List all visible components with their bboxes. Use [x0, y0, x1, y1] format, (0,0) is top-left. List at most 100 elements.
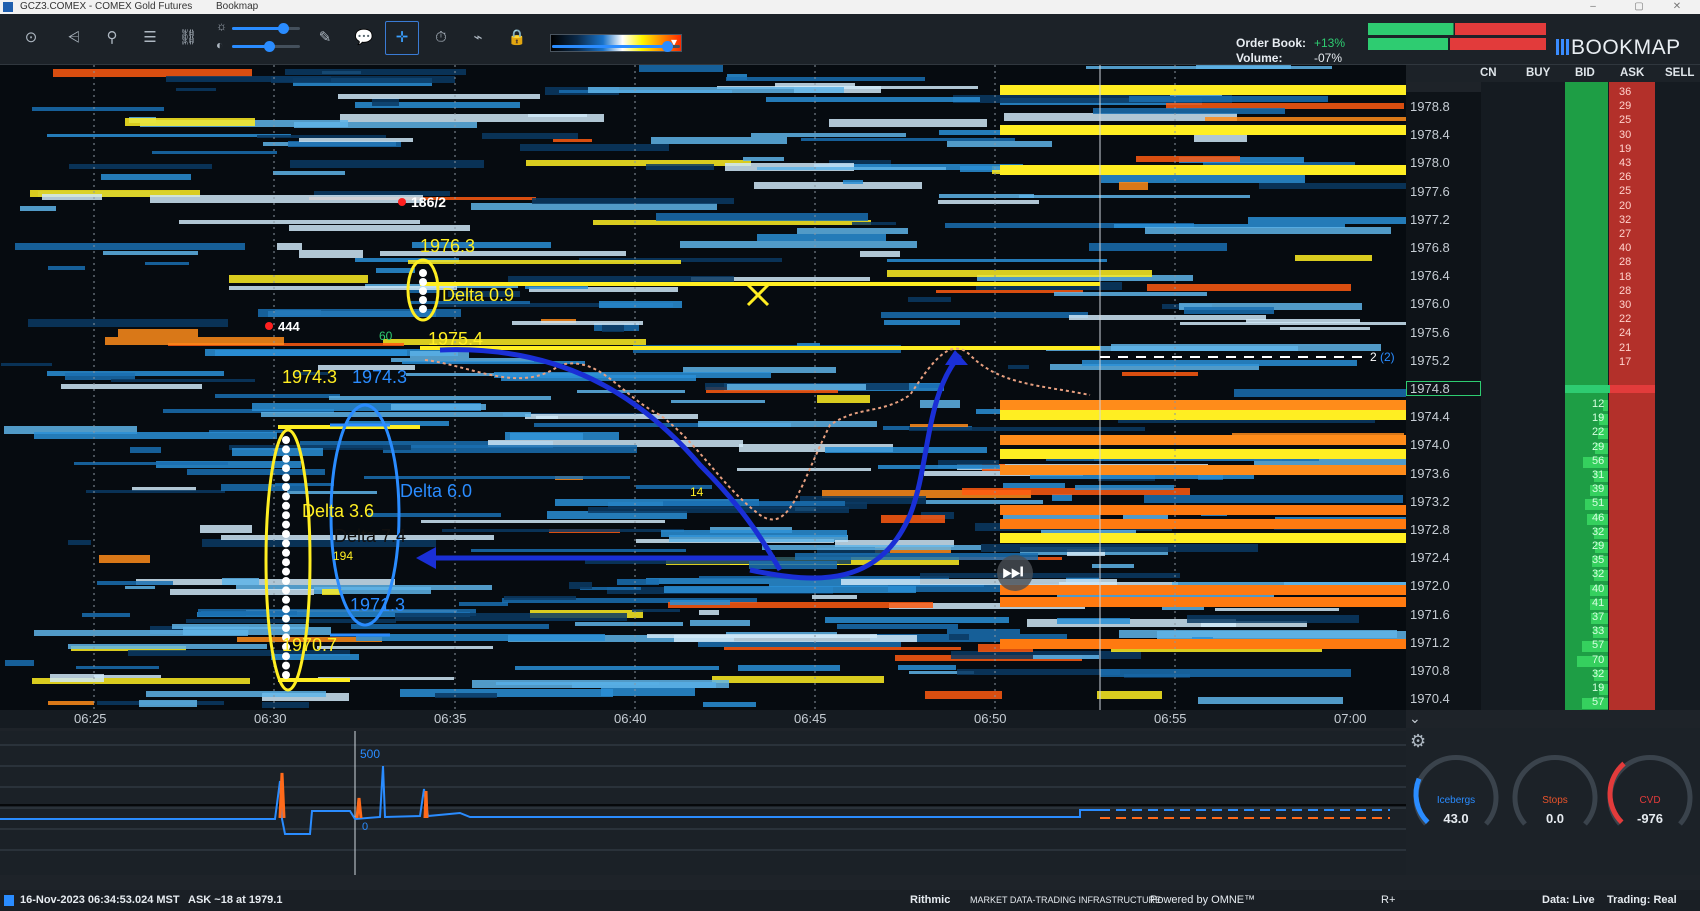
- heatmap-chart[interactable]: 1976.3 Delta 0.9 1975.4 1974.3 1974.3 De…: [0, 65, 1406, 710]
- bid-size: 32: [1592, 667, 1605, 680]
- liquidity-band: [97, 581, 173, 585]
- time-axis-label: 06:25: [74, 711, 107, 726]
- liquidity-band: [1030, 475, 1254, 479]
- liquidity-band: [111, 379, 255, 382]
- liquidity-band: [1003, 483, 1065, 488]
- ask-size: 30: [1619, 299, 1632, 311]
- liquidity-band: [76, 666, 159, 669]
- liquidity-band: [118, 329, 198, 337]
- iceberg-dot: [282, 483, 290, 491]
- camera-icon[interactable]: ⊙: [20, 27, 42, 49]
- link-icon[interactable]: ⛓: [177, 27, 199, 49]
- heatmap-svg: [1, 65, 1406, 710]
- price-axis-label: 1978.8: [1410, 99, 1450, 114]
- liquidity-band: [1136, 156, 1240, 162]
- iceberg-dot: [282, 558, 290, 567]
- col-header-cn[interactable]: CN: [1480, 65, 1497, 82]
- ask-size: 20: [1619, 199, 1632, 212]
- liquidity-band: [569, 582, 592, 589]
- lock-icon[interactable]: 🔒: [506, 27, 528, 49]
- liquidity-band: [285, 69, 466, 75]
- liquidity-band: [825, 617, 1009, 623]
- col-header-bid[interactable]: BID: [1575, 65, 1595, 82]
- liquidity-band: [176, 88, 216, 91]
- liquidity-band: [919, 384, 941, 388]
- brightness-slider[interactable]: [232, 23, 300, 34]
- liquidity-band: [1033, 655, 1099, 659]
- status-powered: Powered by OMNE™: [1150, 894, 1256, 906]
- liquidity-band: [1097, 691, 1162, 699]
- liquidity-band: [920, 400, 960, 408]
- window-title: GCZ3.COMEX - COMEX Gold Futures: [20, 1, 193, 12]
- price-axis-label: 1974.4: [1410, 409, 1450, 425]
- indicator-icon[interactable]: ⌁: [467, 27, 489, 49]
- price-axis-label: 1975.2: [1410, 352, 1450, 368]
- price-axis-label: 1972.4: [1410, 550, 1450, 566]
- iceberg-dot: [282, 614, 290, 623]
- bid-size: 29: [1592, 540, 1605, 552]
- liquidity-band: [482, 133, 578, 139]
- window-titlebar: GCZ3.COMEX - COMEX Gold Futures Bookmap …: [0, 0, 1700, 14]
- play-icon[interactable]: ⏭: [1002, 558, 1024, 586]
- liquidity-band: [47, 134, 291, 137]
- colormap-slider-knob[interactable]: [662, 41, 673, 52]
- iceberg-dot: [282, 548, 290, 557]
- liquidity-bands: [1, 65, 1406, 708]
- col-header-sell[interactable]: SELL: [1665, 65, 1694, 82]
- liquidity-band: [20, 206, 56, 211]
- liquidity-band: [837, 624, 958, 629]
- liquidity-band: [532, 198, 734, 204]
- pencil-icon[interactable]: ✎: [314, 27, 336, 49]
- chat-icon[interactable]: 💬: [353, 27, 375, 49]
- liquidity-band: [271, 76, 455, 83]
- liquidity-band: [829, 119, 987, 127]
- minimize-icon[interactable]: –: [1570, 0, 1616, 14]
- layers-icon[interactable]: ☰: [139, 27, 161, 49]
- iceberg-dot: [282, 671, 290, 679]
- liquidity-band: [1008, 365, 1029, 369]
- resting-order-band: [1000, 165, 1406, 175]
- liquidity-band: [602, 324, 624, 332]
- price-axis-label: 1978.4: [1410, 127, 1450, 143]
- ask-size: 30: [1619, 128, 1632, 141]
- close-icon[interactable]: ✕: [1654, 0, 1700, 14]
- contrast-slider-knob[interactable]: [264, 41, 275, 52]
- volume-label: Volume:: [1236, 51, 1283, 65]
- bid-size: 35: [1592, 554, 1605, 567]
- current-price-row: [1565, 385, 1655, 393]
- bid-size: 41: [1592, 596, 1605, 609]
- iceberg-dot: [419, 278, 427, 286]
- liquidity-band: [947, 629, 1020, 634]
- brightness-slider-knob[interactable]: [278, 23, 289, 34]
- indicator-panel[interactable]: 500 0: [0, 731, 1406, 875]
- bid-size: 57: [1592, 696, 1605, 709]
- liquidity-band: [329, 396, 551, 400]
- liquidity-band: [125, 586, 155, 589]
- status-data: Data: Live: [1542, 894, 1595, 906]
- col-header-ask[interactable]: ASK: [1620, 65, 1644, 82]
- liquidity-band: [152, 151, 277, 154]
- colormap-slider[interactable]: [552, 41, 680, 52]
- liquidity-band: [364, 476, 630, 479]
- share-icon[interactable]: ⩤: [63, 27, 85, 49]
- trade-marker-444: [265, 322, 273, 330]
- bid-size: 33: [1592, 625, 1605, 638]
- price-axis-label: 1972.8: [1410, 522, 1450, 537]
- liquidity-band: [909, 427, 1145, 431]
- bid-size: 12: [1592, 398, 1605, 410]
- contrast-slider[interactable]: [232, 41, 300, 52]
- liquidity-band: [1119, 630, 1397, 638]
- crosshair-icon[interactable]: ✛: [385, 21, 419, 55]
- liquidity-band: [435, 693, 497, 698]
- timer-icon[interactable]: ⏱: [430, 27, 452, 49]
- resting-order-band: [1000, 639, 1406, 649]
- resting-order-band: [1000, 533, 1406, 543]
- liquidity-band: [222, 578, 259, 585]
- col-header-buy[interactable]: BUY: [1526, 65, 1550, 82]
- iceberg-dot: [282, 520, 290, 529]
- indicator-grid: [0, 744, 1406, 851]
- pin-icon[interactable]: ⚲: [101, 27, 123, 49]
- liquidity-band: [368, 513, 501, 517]
- liquidity-band: [42, 194, 102, 200]
- collapse-icon[interactable]: ⌄: [1409, 710, 1421, 727]
